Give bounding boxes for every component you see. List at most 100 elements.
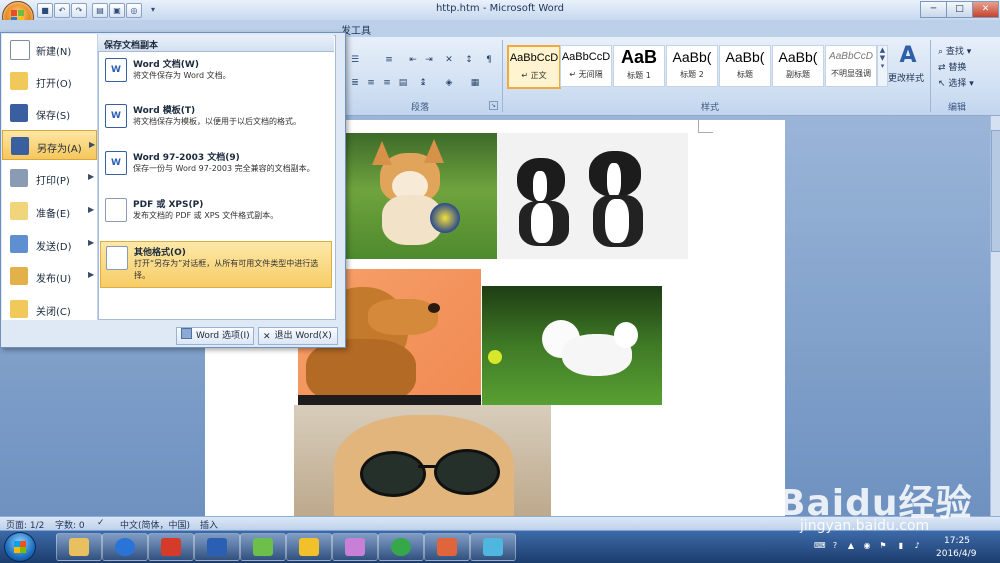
style-name: 标题 2: [680, 70, 704, 79]
save-as-pdf-xps[interactable]: PDF 或 XPS(P) 发布文档的 PDF 或 XPS 文件格式副本。: [100, 194, 332, 238]
find-label: 查找: [945, 47, 964, 57]
scroll-thumb[interactable]: [991, 130, 1000, 252]
tray-network-icon[interactable]: ◉: [862, 541, 872, 551]
start-button[interactable]: [4, 532, 36, 562]
indent-icon[interactable]: ⇥: [420, 52, 438, 69]
qat-zoom-icon[interactable]: ◎: [126, 3, 142, 18]
maximize-button[interactable]: □: [946, 1, 973, 18]
find-button[interactable]: ⌕ 查找 ▾: [938, 44, 971, 57]
style-subtle-emphasis[interactable]: AaBbCcD 不明显强调: [825, 45, 877, 87]
menu-item-label: 新建(N): [36, 47, 72, 58]
qat-save-icon[interactable]: ■: [37, 3, 53, 18]
word-options-button[interactable]: Word 选项(I): [176, 327, 254, 345]
menu-item-new[interactable]: 新建(N): [2, 34, 97, 64]
white-poodle-photo[interactable]: [482, 286, 662, 405]
menu-item-prepare[interactable]: 准备(E) ▶: [2, 196, 97, 226]
taskbar-tool-icon[interactable]: [470, 533, 516, 561]
tray-signal-icon[interactable]: ▮: [896, 541, 906, 551]
menu-item-open[interactable]: 打开(O): [2, 66, 97, 96]
sort-icon[interactable]: ↕: [460, 52, 478, 69]
menu-item-label: 发送(D): [36, 242, 72, 253]
clock-time[interactable]: 17:25: [944, 536, 970, 546]
qat-print-icon[interactable]: ▤: [92, 3, 108, 18]
tray-help-icon[interactable]: ?: [830, 541, 840, 551]
bullets-icon[interactable]: ☰: [346, 52, 364, 69]
labrador-sunglasses-photo[interactable]: [294, 405, 551, 516]
style-no-spacing[interactable]: AaBbCcD ↵ 无间隔: [560, 45, 612, 87]
close-folder-icon: [10, 300, 28, 318]
style-sample: AaBb(: [725, 49, 765, 65]
shading-icon[interactable]: ◈: [440, 75, 458, 92]
taskbar-explorer-icon[interactable]: [56, 533, 102, 561]
menu-item-print[interactable]: 打印(P) ▶: [2, 163, 97, 193]
style-heading-2[interactable]: AaBb(标题 2: [666, 45, 718, 87]
submenu-arrow-icon: ▶: [88, 270, 95, 279]
menu-item-close[interactable]: 关闭(C): [2, 294, 97, 324]
page-corner-mark: [698, 120, 713, 133]
line-spacing-icon[interactable]: ↨: [414, 75, 432, 92]
clock-date[interactable]: 2016/4/9: [936, 549, 976, 559]
menu-item-save-as[interactable]: 另存为(A) ▶: [2, 130, 97, 160]
qat-redo-icon[interactable]: ↷: [71, 3, 87, 18]
taskbar-browser-icon[interactable]: [378, 533, 424, 561]
save-as-word97[interactable]: W Word 97-2003 文档(9) 保存一份与 Word 97-2003 完全…: [100, 147, 332, 191]
style-name: 标题 1: [627, 71, 651, 80]
exit-word-button[interactable]: ✕ 退出 Word(X): [258, 327, 338, 345]
save-as-word-doc[interactable]: W Word 文档(W) 将文件保存为 Word 文档。: [100, 54, 332, 98]
tray-keyboard-icon[interactable]: ⌨: [814, 541, 826, 551]
tray-expand-icon[interactable]: ▲: [846, 541, 856, 551]
style-normal[interactable]: AaBbCcD ↵ 正文: [507, 45, 561, 89]
tray-volume-icon[interactable]: ♪: [912, 541, 922, 551]
paragraph-launcher-icon[interactable]: ↘: [489, 101, 498, 110]
qat-preview-icon[interactable]: ▣: [109, 3, 125, 18]
menu-item-save[interactable]: 保存(S): [2, 98, 97, 128]
style-heading-1[interactable]: AaB 标题 1: [613, 45, 665, 87]
style-sample: AaBbCcD: [509, 52, 559, 64]
taskbar-photo-icon[interactable]: [332, 533, 378, 561]
qat-customize-icon[interactable]: ▾: [146, 3, 160, 16]
minimize-button[interactable]: ─: [920, 1, 947, 18]
taskbar-paint-icon[interactable]: [240, 533, 286, 561]
taskbar-word-icon[interactable]: [194, 533, 240, 561]
borders-icon[interactable]: ▦: [466, 75, 484, 92]
menu-item-send[interactable]: 发送(D) ▶: [2, 229, 97, 259]
publish-icon: [10, 267, 28, 285]
style-name: 副标题: [786, 70, 810, 79]
show-marks-icon[interactable]: ¶: [480, 52, 498, 69]
exit-icon: ✕: [263, 332, 271, 342]
sub-item-desc: 发布文档的 PDF 或 XPS 文件格式副本。: [133, 211, 279, 220]
styles-group-label: 样式: [700, 103, 719, 113]
style-title[interactable]: AaBb(标题: [719, 45, 771, 87]
submenu-title: 保存文档副本: [104, 41, 159, 51]
menu-item-publish[interactable]: 发布(U) ▶: [2, 261, 97, 291]
menu-item-label: 打印(P): [36, 176, 70, 187]
replace-icon: ⇄: [938, 63, 949, 73]
replace-button[interactable]: ⇄ 替换: [938, 60, 966, 73]
taskbar-media-icon[interactable]: [424, 533, 470, 561]
tray-flag-icon[interactable]: ⚑: [878, 541, 888, 551]
chinese-layout-icon[interactable]: ✕: [440, 52, 458, 69]
taskbar-sogou-icon[interactable]: [102, 533, 148, 561]
style-gallery-scroll[interactable]: ▲ ▼ ▾: [877, 45, 888, 87]
change-styles-icon[interactable]: A: [896, 44, 920, 68]
sub-item-desc: 打开“另存为”对话框，从所有可用文件类型中进行选择。: [134, 259, 319, 280]
word97-doc-icon: W: [105, 151, 127, 175]
select-button[interactable]: ↖ 选择 ▾: [938, 76, 974, 89]
taskbar-360-icon[interactable]: [148, 533, 194, 561]
style-subtitle[interactable]: AaBb(副标题: [772, 45, 824, 87]
qat-undo-icon[interactable]: ↶: [54, 3, 70, 18]
change-styles-button[interactable]: 更改样式: [888, 71, 924, 84]
numbering-icon[interactable]: ≡: [380, 52, 398, 69]
send-icon: [10, 235, 28, 253]
save-as-other-formats[interactable]: 其他格式(O) 打开“另存为”对话框，从所有可用文件类型中进行选择。: [100, 241, 332, 288]
taskbar-notes-icon[interactable]: [286, 533, 332, 561]
sub-item-desc: 将文档保存为模板，以便用于以后文档的格式。: [133, 117, 301, 126]
sub-item-desc: 将文件保存为 Word 文档。: [133, 71, 231, 80]
proofing-icon[interactable]: ✓: [97, 518, 105, 528]
corgi-puppy-photo[interactable]: [342, 133, 497, 259]
distribute-icon[interactable]: ▤: [394, 75, 412, 92]
boston-terriers-photo[interactable]: [497, 133, 688, 259]
close-button[interactable]: ✕: [972, 1, 999, 18]
submenu-arrow-icon: ▶: [88, 172, 95, 181]
save-as-word-template[interactable]: W Word 模板(T) 将文档保存为模板，以便用于以后文档的格式。: [100, 100, 332, 144]
